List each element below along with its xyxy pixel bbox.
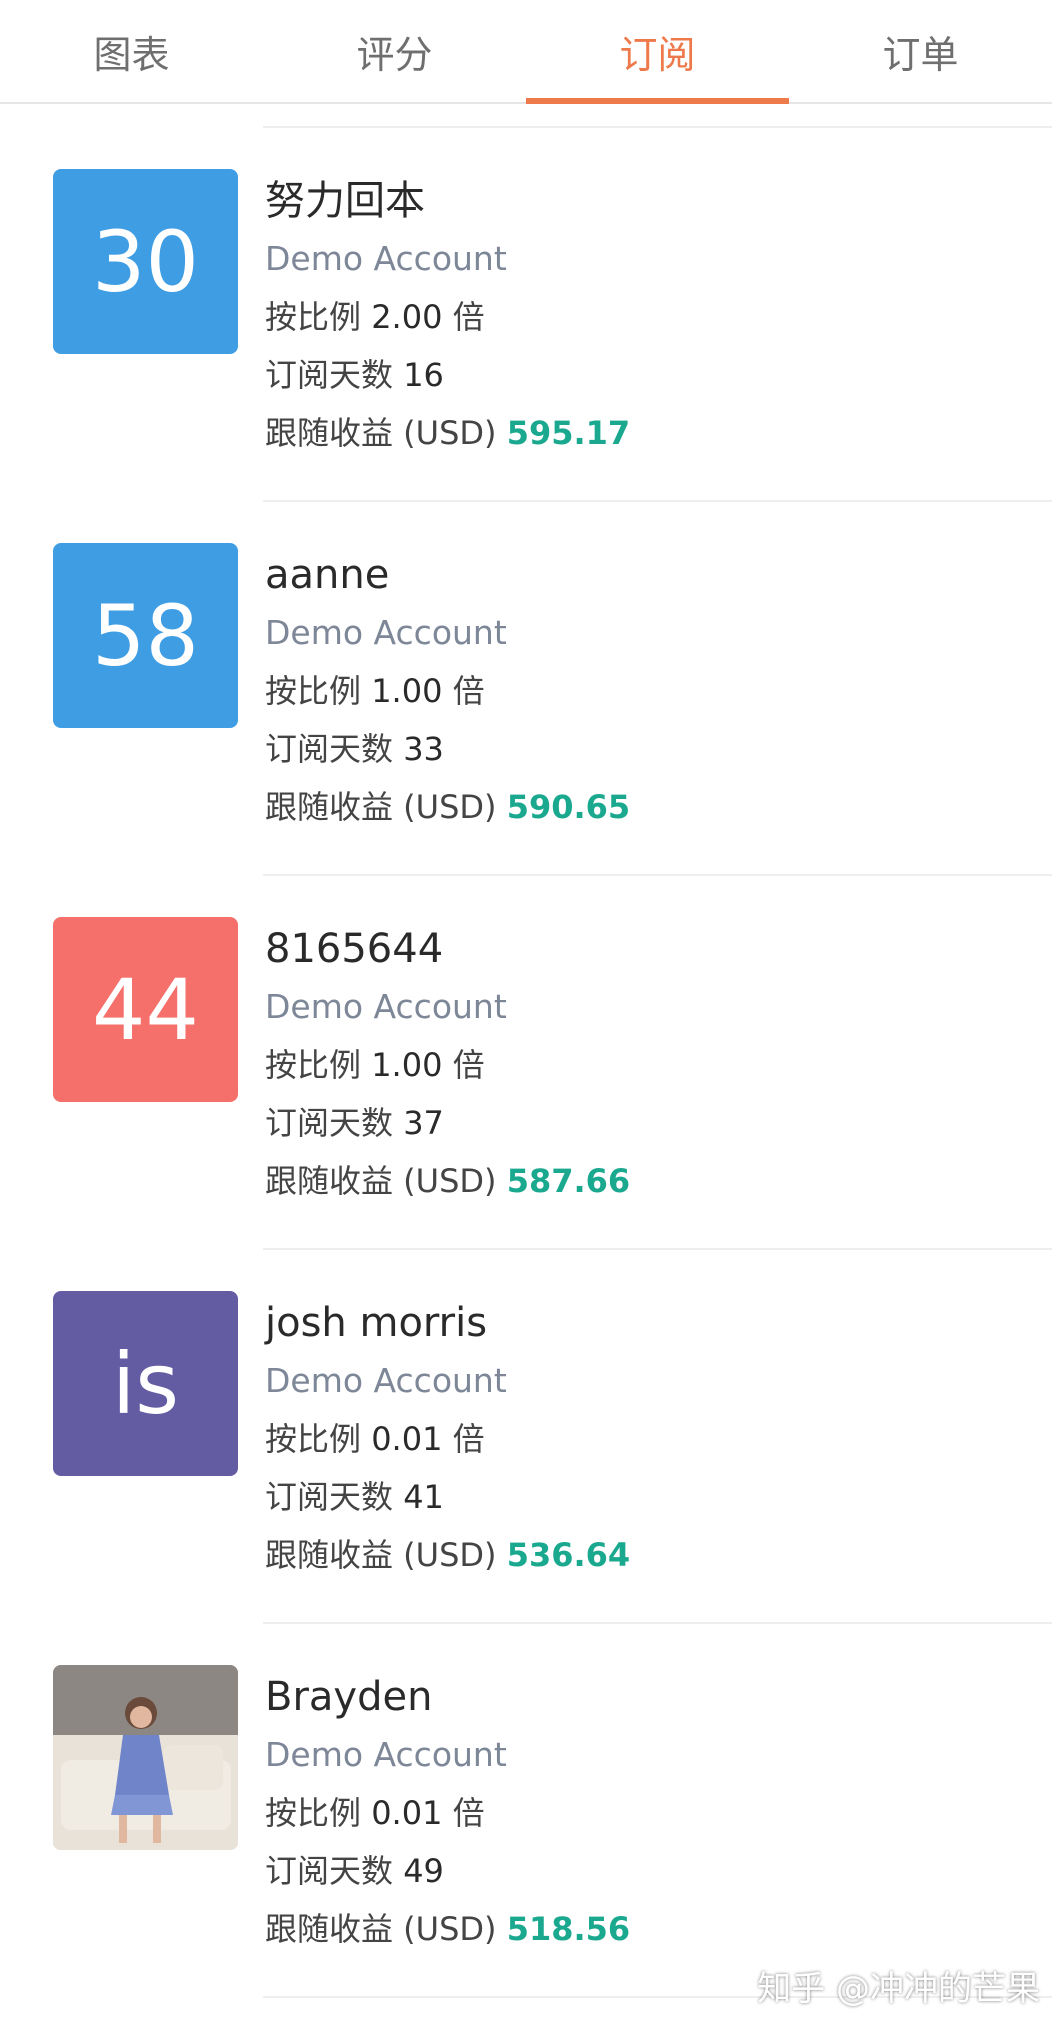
profit-value: 590.65 [506, 788, 631, 826]
subscription-item[interactable]: is josh morris Demo Account 按比例 0.01 倍 订… [0, 1250, 1052, 1624]
profit-value: 587.66 [506, 1162, 631, 1200]
profit-value: 536.64 [506, 1536, 631, 1574]
account-type: Demo Account [265, 987, 507, 1026]
days-row: 订阅天数 37 [265, 1104, 444, 1142]
profit-row: 跟随收益 (USD) 595.17 [265, 414, 631, 452]
profit-row: 跟随收益 (USD) 587.66 [265, 1162, 631, 1200]
tab-subscription[interactable]: 订阅 [526, 0, 789, 104]
profit-value: 595.17 [506, 414, 631, 452]
subscription-item[interactable]: 44 8165644 Demo Account 按比例 1.00 倍 订阅天数 … [0, 876, 1052, 1250]
trader-name: Brayden [265, 1674, 433, 1720]
tab-bar: 图表 评分 订阅 订单 [0, 0, 1052, 104]
ratio-row: 按比例 2.00 倍 [265, 298, 485, 336]
subscription-item[interactable]: 58 aanne Demo Account 按比例 1.00 倍 订阅天数 33… [0, 502, 1052, 876]
avatar: 58 [53, 543, 238, 728]
account-type: Demo Account [265, 1361, 507, 1400]
trader-name: josh morris [265, 1300, 488, 1346]
profit-row: 跟随收益 (USD) 518.56 [265, 1910, 631, 1948]
tab-chart[interactable]: 图表 [0, 0, 263, 102]
tab-orders[interactable]: 订单 [789, 0, 1052, 102]
subscription-list: 30 努力回本 Demo Account 按比例 2.00 倍 订阅天数 16 … [0, 128, 1052, 1998]
days-row: 订阅天数 16 [265, 356, 444, 394]
ratio-row: 按比例 0.01 倍 [265, 1794, 485, 1832]
trader-name: 努力回本 [265, 178, 425, 224]
ratio-row: 按比例 1.00 倍 [265, 1046, 485, 1084]
avatar: 30 [53, 169, 238, 354]
account-type: Demo Account [265, 239, 507, 278]
profit-row: 跟随收益 (USD) 590.65 [265, 788, 631, 826]
profit-value: 518.56 [506, 1910, 631, 1948]
account-type: Demo Account [265, 1735, 507, 1774]
avatar: 44 [53, 917, 238, 1102]
days-row: 订阅天数 41 [265, 1478, 444, 1516]
days-row: 订阅天数 33 [265, 730, 444, 768]
tab-rating[interactable]: 评分 [263, 0, 526, 102]
days-row: 订阅天数 49 [265, 1852, 444, 1890]
avatar: is [53, 1291, 238, 1476]
user-photo-avatar [53, 1665, 238, 1850]
account-type: Demo Account [265, 613, 507, 652]
subscription-item[interactable]: 30 努力回本 Demo Account 按比例 2.00 倍 订阅天数 16 … [0, 128, 1052, 502]
subscription-item[interactable]: Brayden Demo Account 按比例 0.01 倍 订阅天数 49 … [0, 1624, 1052, 1998]
watermark: 知乎 @冲冲的芒果 [757, 1969, 1040, 2009]
user-photo-icon [53, 1665, 238, 1850]
ratio-row: 按比例 1.00 倍 [265, 672, 485, 710]
trader-name: 8165644 [265, 926, 444, 972]
trader-name: aanne [265, 552, 390, 598]
profit-row: 跟随收益 (USD) 536.64 [265, 1536, 631, 1574]
ratio-row: 按比例 0.01 倍 [265, 1420, 485, 1458]
